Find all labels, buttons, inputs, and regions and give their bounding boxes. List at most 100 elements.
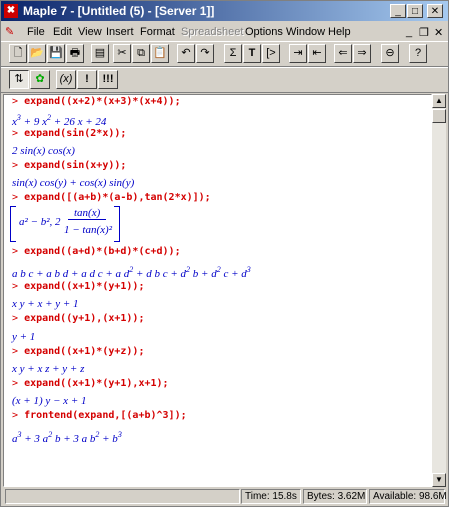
back-icon[interactable]: ⇐ [334, 44, 352, 63]
indent-icon[interactable]: ⇥ [289, 44, 307, 63]
window-title: Maple 7 - [Untitled (5) - [Server 1]] [23, 4, 215, 18]
redo-icon[interactable]: ↷ [196, 44, 214, 63]
menu-help[interactable]: Help [328, 26, 351, 38]
input-text[interactable]: expand((x+1)*(y+1)); [24, 281, 144, 292]
output-line: x y + x + y + 1 [12, 298, 79, 310]
input-line[interactable]: > expand((x+1)*(y+1)); [12, 281, 144, 292]
maple-leaf-toggle-icon[interactable]: ✿ [30, 70, 50, 89]
input-line[interactable]: > expand((y+1),(x+1)); [12, 313, 144, 324]
close-button[interactable]: ✕ [427, 4, 443, 18]
menu-edit[interactable]: Edit [53, 26, 72, 38]
input-text[interactable]: expand((x+2)*(x+3)*(x+4)); [24, 96, 181, 107]
output-line: a3 + 3 a2 b + 3 a b2 + b3 [12, 430, 122, 445]
stop-icon[interactable]: ⊖ [381, 44, 399, 63]
prompt: > [12, 128, 19, 139]
output-line: sin(x) cos(y) + cos(x) sin(y) [12, 177, 135, 189]
output-line: (x + 1) y − x + 1 [12, 395, 87, 407]
open-folder-icon[interactable]: 📂 [28, 44, 46, 63]
execute-all-button[interactable]: !!! [98, 70, 118, 89]
mdi-minimize-icon[interactable]: _ [406, 26, 412, 38]
prompt: > [12, 378, 19, 389]
input-line[interactable]: > expand((x+1)*(y+z)); [12, 346, 144, 357]
menu-spreadsheet[interactable]: Spreadsheet [181, 26, 243, 38]
input-text[interactable]: expand(sin(2*x)); [24, 128, 126, 139]
menu-insert[interactable]: Insert [106, 26, 134, 38]
output-line: 2 sin(x) cos(x) [12, 145, 75, 157]
input-line[interactable]: > frontend(expand,[(a+b)^3]); [12, 410, 187, 421]
menu-file[interactable]: File [27, 26, 45, 38]
input-text[interactable]: expand((a+d)*(b+d)*(c+d)); [24, 246, 181, 257]
minimize-button[interactable]: _ [390, 4, 406, 18]
output-line: x y + x z + y + z [12, 363, 85, 375]
insert-prompt-button[interactable]: [> [262, 44, 280, 63]
undo-icon[interactable]: ↶ [177, 44, 195, 63]
menu-window[interactable]: Window [286, 26, 325, 38]
input-text[interactable]: expand((y+1),(x+1)); [24, 313, 144, 324]
title-bar[interactable]: ✖ Maple 7 - [Untitled (5) - [Server 1]] … [1, 1, 448, 21]
input-line[interactable]: > expand(sin(2*x)); [12, 128, 126, 139]
maple-leaf-icon[interactable]: ✖ [4, 4, 18, 18]
right-bracket [114, 206, 120, 242]
left-bracket [10, 206, 16, 242]
prompt: > [12, 346, 19, 357]
worksheet[interactable]: > expand((x+2)*(x+3)*(x+4)); x3 + 9 x2 +… [3, 94, 432, 487]
status-bytes: Bytes: 3.62M [303, 489, 367, 504]
input-line[interactable]: > expand((a+d)*(b+d)*(c+d)); [12, 246, 181, 257]
cut-icon[interactable]: ✂ [113, 44, 131, 63]
input-line[interactable]: > expand([(a+b)*(a-b),tan(2*x)]); [12, 192, 211, 203]
status-time: Time: 15.8s [241, 489, 301, 504]
input-text[interactable]: expand(sin(x+y)); [24, 160, 126, 171]
prompt: > [12, 96, 19, 107]
input-line[interactable]: > expand((x+1)*(y+1),x+1); [12, 378, 169, 389]
new-file-icon[interactable]: 🗋 [9, 44, 27, 63]
outdent-icon[interactable]: ⇤ [308, 44, 326, 63]
forward-icon[interactable]: ⇒ [353, 44, 371, 63]
save-as-icon[interactable]: ▤ [91, 44, 109, 63]
output-difference: a² − b², 2 [19, 216, 61, 228]
menu-bar: ✎ File Edit View Insert Format Spreadshe… [1, 22, 448, 42]
sigma-icon[interactable]: Σ [224, 44, 242, 63]
fraction-numerator: tan(x) [68, 207, 107, 220]
list-output: a² − b², 2 tan(x) 1 − tan(x)² [10, 206, 120, 242]
copy-icon[interactable]: ⧉ [132, 44, 150, 63]
output-line: a b c + a b d + a d c + a d2 + d b c + d… [12, 265, 251, 280]
prompt: > [12, 313, 19, 324]
output-line: x3 + 9 x2 + 26 x + 24 [12, 113, 107, 128]
main-toolbar: 🗋 📂 💾 🖶 ▤ ✂ ⧉ 📋 ↶ ↷ Σ T [> ⇥ ⇤ ⇐ ⇒ ⊖ ? [1, 41, 448, 67]
input-text[interactable]: expand((x+1)*(y+1),x+1); [24, 378, 169, 389]
prompt: > [12, 160, 19, 171]
prompt: > [12, 246, 19, 257]
save-icon[interactable]: 💾 [47, 44, 65, 63]
toggle-input-icon[interactable]: ⇅ [9, 70, 29, 89]
print-icon[interactable]: 🖶 [66, 44, 84, 63]
mdi-close-icon[interactable]: ✕ [434, 26, 443, 39]
input-text[interactable]: frontend(expand,[(a+b)^3]); [24, 410, 187, 421]
input-line[interactable]: > expand(sin(x+y)); [12, 160, 126, 171]
execute-button[interactable]: ! [77, 70, 97, 89]
help-icon[interactable]: ? [409, 44, 427, 63]
scroll-up-icon[interactable]: ▲ [432, 94, 446, 108]
status-available: Available: 98.6M [369, 489, 447, 504]
status-bar: Time: 15.8s Bytes: 3.62M Available: 98.6… [1, 488, 448, 506]
input-text[interactable]: expand([(a+b)*(a-b),tan(2*x)]); [24, 192, 211, 203]
prompt: > [12, 410, 19, 421]
scroll-down-icon[interactable]: ▼ [432, 473, 446, 487]
menu-format[interactable]: Format [140, 26, 175, 38]
maximize-button[interactable]: □ [407, 4, 423, 18]
context-toolbar: ⇅ ✿ (x) ! !!! [1, 67, 448, 93]
scroll-thumb[interactable] [432, 109, 446, 123]
input-text[interactable]: expand((x+1)*(y+z)); [24, 346, 144, 357]
prompt: > [12, 281, 19, 292]
input-line[interactable]: > expand((x+2)*(x+3)*(x+4)); [12, 96, 181, 107]
vertical-scrollbar[interactable]: ▲ ▼ [432, 94, 446, 487]
mdi-restore-icon[interactable]: ❐ [419, 26, 429, 39]
paste-icon[interactable]: 📋 [151, 44, 169, 63]
menu-view[interactable]: View [78, 26, 102, 38]
status-message [5, 489, 240, 504]
menu-options[interactable]: Options [245, 26, 283, 38]
text-mode-button[interactable]: T [243, 44, 261, 63]
expression-button[interactable]: (x) [56, 70, 76, 89]
document-icon[interactable]: ✎ [5, 25, 18, 38]
output-line: y + 1 [12, 331, 36, 343]
fraction-denominator: 1 − tan(x)² [64, 224, 112, 236]
